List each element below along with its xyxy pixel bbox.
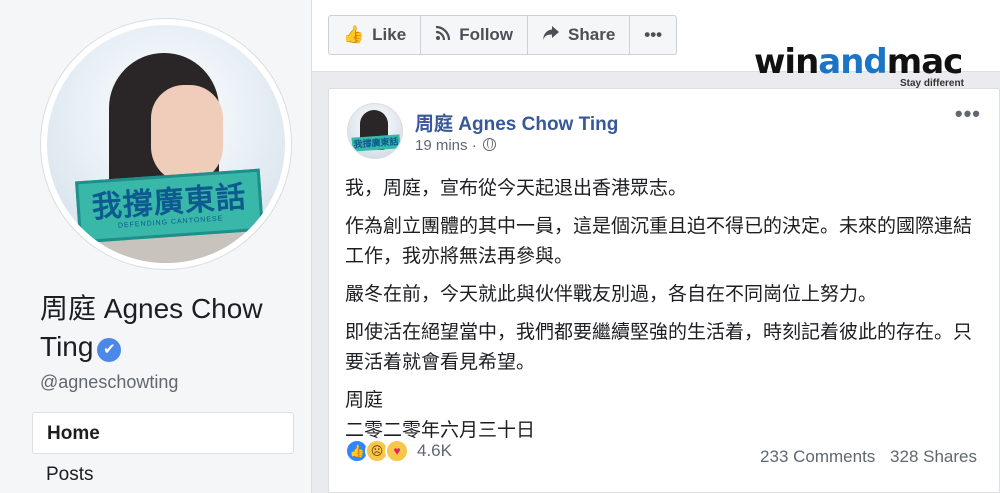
care-reaction-icon: ♥ [385, 439, 409, 463]
post-card: 我撐廣東話 周庭 Agnes Chow Ting 19 mins · ••• 我… [328, 88, 1000, 493]
comments-count-link[interactable]: 233 Comments [760, 447, 875, 466]
reaction-summary[interactable]: 👍 ☹ ♥ 4.6K [345, 439, 452, 463]
post-menu-button[interactable]: ••• [955, 101, 981, 127]
globe-icon[interactable] [482, 138, 496, 151]
post-paragraph: 作為創立團體的其中一員，這是個沉重且迫不得已的決定。未來的國際連結工作，我亦將無… [345, 215, 973, 267]
nav-item-home[interactable]: Home [32, 412, 294, 454]
post-timestamp[interactable]: 19 mins [415, 137, 468, 154]
more-dots-icon: ••• [644, 25, 663, 44]
verified-badge-icon: ✔ [97, 338, 122, 362]
left-column: 我撐廣東話 DEFENDING CANTONESE 周庭 Agnes Chow … [0, 0, 312, 493]
share-button[interactable]: Share [528, 16, 631, 54]
share-arrow-icon [542, 25, 560, 46]
post-stats: 233 Comments 328 Shares [750, 447, 977, 467]
follow-button-label: Follow [459, 25, 514, 44]
post-body: 我，周庭，宣布從今天起退出香港眾志。 作為創立團體的其中一員，這是個沉重且迫不得… [345, 173, 985, 445]
watermark-brand: winandmac [754, 42, 963, 82]
post-author-name[interactable]: 周庭 Agnes Chow Ting [415, 109, 618, 136]
rss-icon [435, 25, 451, 46]
avatar-banner: 我撐廣東話 DEFENDING CANTONESE [75, 168, 264, 244]
page-handle[interactable]: @agneschowting [40, 372, 178, 393]
post-author-avatar[interactable]: 我撐廣東話 [347, 103, 403, 159]
like-button-label: Like [372, 25, 407, 44]
watermark-logo: winandmac Stay different [754, 42, 974, 89]
profile-photo: 我撐廣東話 DEFENDING CANTONESE [47, 25, 285, 263]
action-button-group: 👍 Like Follow Share ••• [328, 15, 678, 55]
avatar-banner-text: 我撐廣東話 [90, 179, 248, 225]
share-button-label: Share [568, 25, 616, 44]
page-title-text: 周庭 Agnes Chow Ting [40, 293, 263, 362]
profile-picture[interactable]: 我撐廣東話 DEFENDING CANTONESE [40, 18, 292, 270]
nav-item-posts[interactable]: Posts [32, 454, 294, 493]
post-paragraph: 我，周庭，宣布從今天起退出香港眾志。 [345, 177, 688, 199]
post-signature-name: 周庭 [345, 389, 384, 411]
like-button[interactable]: 👍 Like [329, 16, 422, 54]
follow-button[interactable]: Follow [421, 16, 529, 54]
post-meta: 19 mins · [415, 137, 496, 154]
more-options-button[interactable]: ••• [630, 16, 676, 54]
post-paragraph: 即使活在絕望當中，我們都要繼續堅強的生活着，時刻記着彼此的存在。只要活着就會看見… [345, 321, 973, 373]
page-title[interactable]: 周庭 Agnes Chow Ting ✔ [40, 290, 300, 366]
page-nav: Home Posts [32, 412, 294, 493]
post-paragraph: 嚴冬在前，今天就此與伙伴戰友別過，各自在不同崗位上努力。 [345, 283, 878, 305]
shares-count-link[interactable]: 328 Shares [890, 447, 977, 466]
thumbs-up-icon: 👍 [343, 25, 365, 44]
reaction-count: 4.6K [417, 441, 452, 460]
post-avatar-banner: 我撐廣東話 [351, 134, 401, 152]
